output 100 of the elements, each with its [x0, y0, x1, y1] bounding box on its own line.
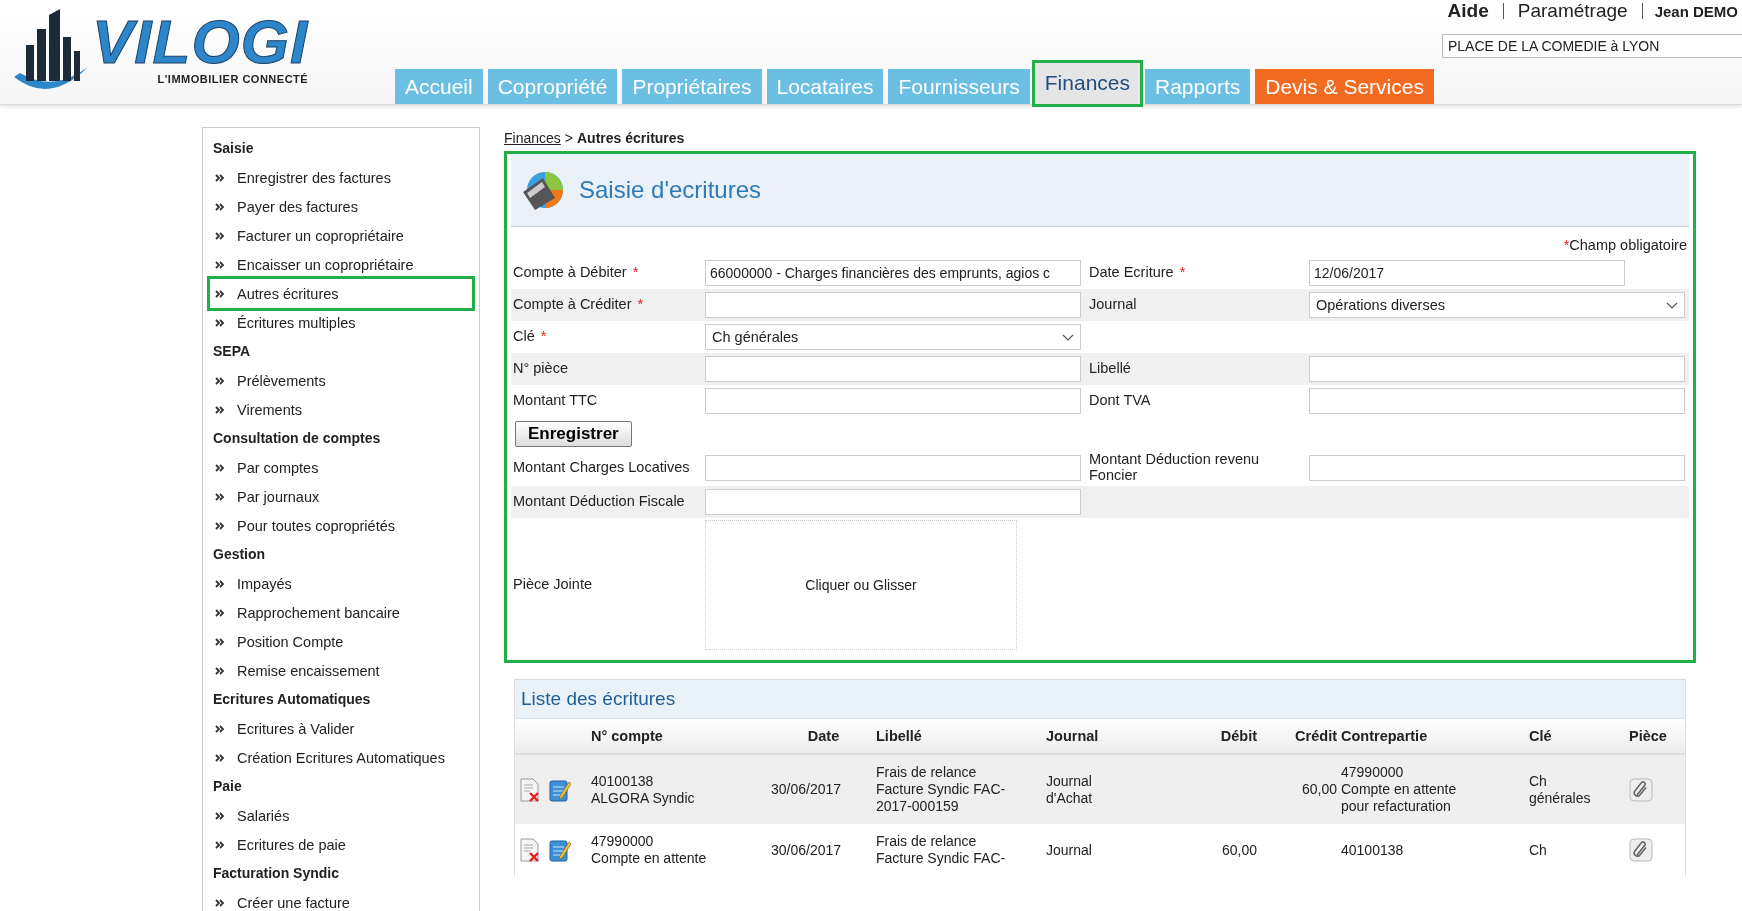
sidebar-item[interactable]: Par comptes — [210, 453, 472, 482]
sidebar-item[interactable]: Créer une facture — [210, 888, 472, 911]
save-button[interactable]: Enregistrer — [515, 421, 632, 447]
sidebar-item[interactable]: Écritures multiples — [210, 308, 472, 337]
sidebar-heading: Paie — [212, 777, 243, 796]
text-field[interactable] — [705, 292, 1081, 318]
paperclip-icon[interactable] — [1629, 838, 1653, 862]
text-field[interactable] — [705, 489, 1081, 515]
edit-icon[interactable] — [549, 838, 571, 862]
field-label: Montant TTC — [512, 393, 599, 409]
sidebar-item[interactable]: Payer des factures — [210, 192, 472, 221]
field-label: Journal — [1088, 297, 1138, 313]
sidebar-item[interactable]: Création Ecritures Automatiques — [210, 743, 472, 772]
paperclip-icon[interactable] — [1629, 777, 1653, 802]
double-chevron-icon — [215, 463, 225, 472]
column-header: Journal — [1046, 728, 1100, 744]
double-chevron-icon — [215, 724, 225, 733]
sidebar-item[interactable]: Ecritures à Valider — [210, 714, 472, 743]
sidebar-heading: Saisie — [212, 139, 255, 158]
text-field[interactable] — [705, 388, 1081, 414]
field-label: N° pièce — [512, 361, 569, 377]
dropdown[interactable]: Ch générales — [705, 324, 1081, 350]
sidebar-item[interactable]: Remise encaissement — [210, 656, 472, 685]
text-field[interactable] — [705, 455, 1081, 481]
file-dropzone[interactable]: Cliquer ou Glisser — [705, 520, 1017, 650]
dropdown[interactable]: Opérations diverses — [1309, 292, 1685, 318]
text-field[interactable] — [1309, 356, 1685, 382]
date-field[interactable]: 12/06/2017 — [1309, 260, 1625, 286]
calculator-chart-icon — [521, 170, 565, 210]
sidebar-item[interactable]: Pour toutes copropriétés — [210, 511, 472, 540]
double-chevron-icon — [215, 579, 225, 588]
label-cell-text: Frais de relance Facture Syndic FAC- — [876, 833, 1007, 867]
field-label: Montant Déduction revenu Foncier — [1088, 452, 1261, 484]
date-cell-text: 30/06/2017 — [771, 841, 843, 859]
header-link[interactable]: Paramétrage — [1503, 3, 1643, 19]
double-chevron-icon — [215, 376, 225, 385]
double-chevron-icon — [215, 608, 225, 617]
double-chevron-icon — [215, 260, 225, 269]
double-chevron-icon — [215, 666, 225, 675]
key-cell-text: Ch — [1529, 841, 1548, 859]
column-header: Contrepartie — [1341, 728, 1429, 744]
text-field[interactable]: 66000000 - Charges financières des emprunts, agios c — [705, 260, 1081, 286]
column-header: Clé — [1529, 728, 1553, 744]
logo-tagline: L'IMMOBILIER CONNECTÉ — [157, 73, 309, 85]
double-chevron-icon — [215, 637, 225, 646]
double-chevron-icon — [215, 289, 225, 298]
delete-document-icon[interactable] — [519, 838, 541, 862]
delete-document-icon[interactable] — [519, 777, 541, 802]
sidebar-item[interactable]: Virements — [210, 395, 472, 424]
column-header: Libellé — [876, 728, 923, 744]
breadcrumb-current: Autres écritures — [577, 130, 685, 146]
column-header: Pièce — [1629, 728, 1668, 744]
list-title: Liste des écritures — [521, 688, 676, 710]
sidebar-heading: Gestion — [212, 545, 267, 564]
label-cell-text: Frais de relance Facture Syndic FAC- 2017-000159 — [876, 764, 1007, 815]
sidebar-item[interactable]: Impayés — [210, 569, 472, 598]
key-cell-text: Ch générales — [1529, 772, 1592, 807]
field-label: Date Ecriture * — [1088, 265, 1187, 281]
sidebar-item[interactable]: Enregistrer des factures — [210, 163, 472, 192]
journal-cell-text: Journal d'Achat — [1046, 772, 1094, 807]
sidebar-item[interactable]: Salariés — [210, 801, 472, 830]
sidebar-item[interactable]: Rapprochement bancaire — [210, 598, 472, 627]
field-label: Pièce Jointe — [512, 577, 593, 593]
edit-icon[interactable] — [549, 777, 571, 802]
double-chevron-icon — [215, 405, 225, 414]
header-link[interactable]: Aide — [1433, 3, 1504, 19]
field-label: Dont TVA — [1088, 393, 1152, 409]
required-note: *Champ obligatoire — [1563, 237, 1687, 253]
logo-text: VILOGI — [92, 11, 309, 73]
sidebar-item[interactable]: Position Compte — [210, 627, 472, 656]
user-name[interactable]: Jean DEMO — [1642, 2, 1742, 20]
column-header: Crédit — [1294, 728, 1338, 744]
text-field[interactable] — [1309, 455, 1685, 481]
field-label: Compte à Créditer * — [512, 297, 645, 313]
field-label: Clé * — [512, 329, 548, 345]
journal-cell-text: Journal — [1046, 841, 1093, 859]
double-chevron-icon — [215, 202, 225, 211]
sidebar-item[interactable]: Par journaux — [210, 482, 472, 511]
nav-tab[interactable]: Finances — [1034, 63, 1140, 104]
sidebar-item[interactable]: Encaisser un copropriétaire — [210, 250, 472, 279]
text-field[interactable] — [705, 356, 1081, 382]
double-chevron-icon — [215, 521, 225, 530]
sidebar-heading: SEPA — [212, 342, 252, 361]
field-label: Compte à Débiter * — [512, 265, 640, 281]
column-header: Débit — [1219, 728, 1258, 744]
sidebar-item[interactable]: Ecritures de paie — [210, 830, 472, 859]
double-chevron-icon — [215, 231, 225, 240]
date-cell-text: 30/06/2017 — [771, 781, 843, 798]
double-chevron-icon — [215, 173, 225, 182]
property-field[interactable]: PLACE DE LA COMEDIE à LYON — [1442, 34, 1742, 58]
text-field[interactable] — [1309, 388, 1685, 414]
breadcrumb-link[interactable]: Finances — [504, 130, 561, 146]
double-chevron-icon — [215, 492, 225, 501]
double-chevron-icon — [215, 318, 225, 327]
column-header: N° compte — [591, 728, 664, 744]
column-header: Date — [806, 728, 841, 744]
double-chevron-icon — [215, 811, 225, 820]
caret-icon — [1062, 333, 1074, 341]
sidebar-item[interactable]: Facturer un copropriétaire — [210, 221, 472, 250]
sidebar-item[interactable]: Prélèvements — [210, 366, 472, 395]
